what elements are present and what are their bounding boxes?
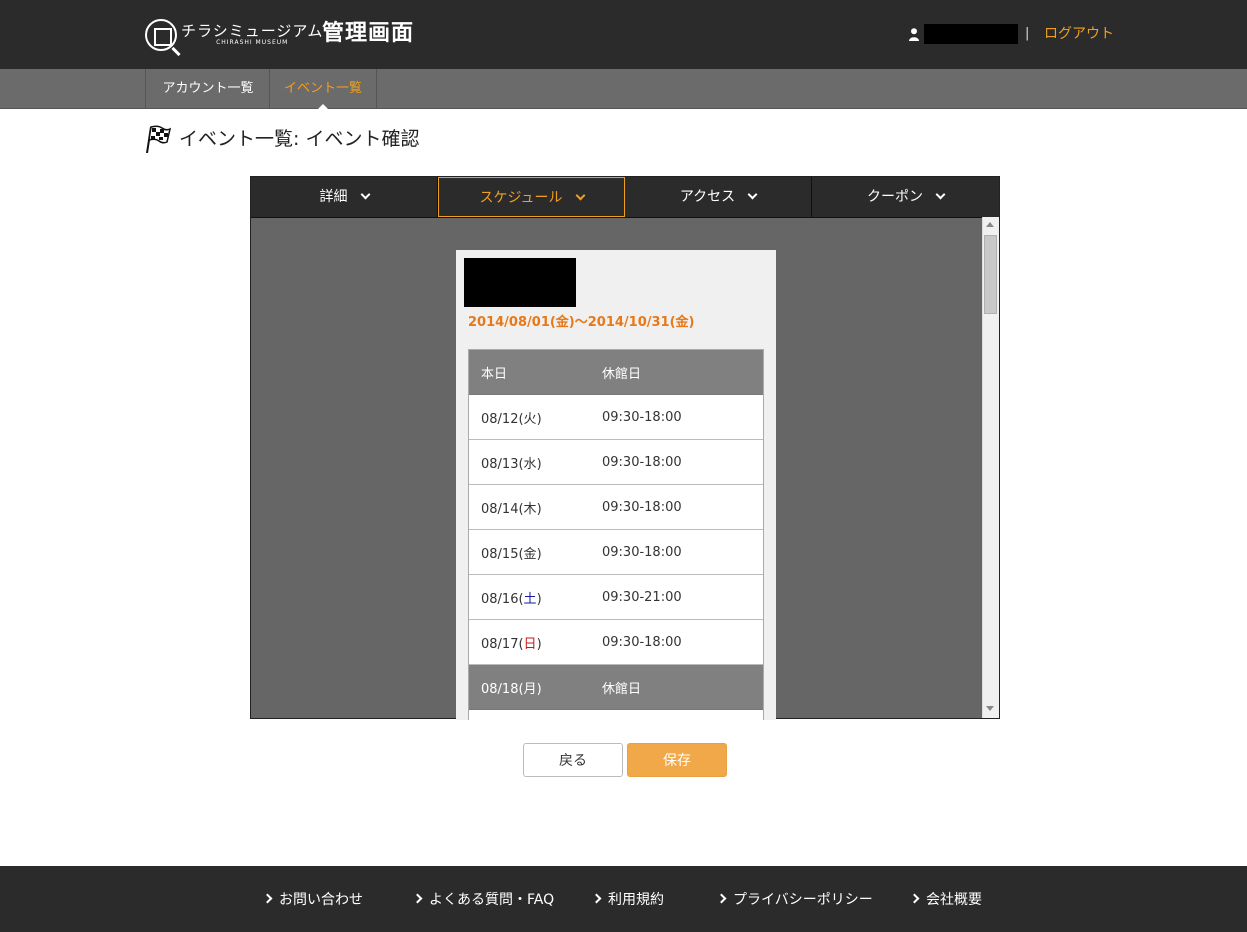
admin-title: 管理画面 [322, 21, 415, 46]
chevron-down-icon [747, 189, 758, 200]
schedule-date-cell: 08/15(金) [481, 546, 542, 562]
back-button[interactable]: 戻る [523, 743, 623, 777]
nav-tab-accounts[interactable]: アカウント一覧 [145, 69, 270, 109]
footer-link-company[interactable]: 会社概要 [909, 890, 982, 910]
scroll-up-arrow-icon[interactable] [986, 222, 994, 227]
table-row [469, 710, 763, 720]
schedule-hours-cell: 休館日 [602, 366, 642, 382]
preview-tab-schedule[interactable]: スケジュール [438, 177, 625, 217]
table-row: 08/16(土) 09:30-21:00 [469, 575, 763, 620]
schedule-date-cell: 08/18(月) [481, 681, 542, 697]
schedule-hours-cell: 09:30-21:00 [602, 589, 682, 605]
save-button[interactable]: 保存 [627, 743, 727, 777]
table-row: 08/17(日) 09:30-18:00 [469, 620, 763, 665]
footer-link-faq[interactable]: よくある質問・FAQ [412, 890, 554, 910]
nav-tab-label: イベント一覧 [283, 81, 362, 96]
footer-link-privacy[interactable]: プライバシーポリシー [716, 890, 873, 910]
checkered-flag-icon [146, 125, 171, 153]
app-footer: お問い合わせ よくある質問・FAQ 利用規約 プライバシーポリシー 会社概要 [0, 866, 1247, 932]
schedule-hours-cell: 09:30-18:00 [602, 409, 682, 425]
table-row: 08/15(金) 09:30-18:00 [469, 530, 763, 575]
table-row: 08/12(火) 09:30-18:00 [469, 395, 763, 440]
chevron-down-icon [575, 190, 585, 201]
event-date-range: 2014/08/01(金)〜2014/10/31(金) [468, 315, 695, 330]
main-nav: アカウント一覧 イベント一覧 [0, 69, 1247, 110]
preview-tab-label: アクセス [679, 189, 736, 205]
mobile-preview: 2014/08/01(金)〜2014/10/31(金) 本日 休館日 08/12… [456, 250, 776, 720]
table-row: 08/13(水) 09:30-18:00 [469, 440, 763, 485]
chevron-right-icon [716, 893, 727, 904]
active-tab-caret-icon [317, 104, 329, 110]
logout-link[interactable]: ログアウト [1044, 24, 1114, 44]
schedule-hours-cell: 09:30-18:00 [602, 544, 682, 560]
schedule-hours-cell: 09:30-18:00 [602, 634, 682, 650]
chevron-right-icon [909, 893, 920, 904]
schedule-hours-cell: 09:30-18:00 [602, 454, 682, 470]
schedule-date-cell: 08/17(日) [481, 636, 542, 652]
nav-tab-events[interactable]: イベント一覧 [269, 69, 377, 110]
preview-tab-label: 詳細 [319, 189, 348, 205]
logo-en-text: CHIRASHI MUSEUM [216, 39, 289, 46]
scrollbar-thumb[interactable] [984, 235, 997, 314]
footer-link-terms[interactable]: 利用規約 [591, 890, 664, 910]
schedule-date-cell: 08/16(土) [481, 591, 542, 607]
page-root: チラシミュージアム CHIRASHI MUSEUM 管理画面 | ログアウト ア… [0, 0, 1247, 932]
logo-text: チラシミュージアム CHIRASHI MUSEUM [181, 23, 323, 47]
footer-link-contact[interactable]: お問い合わせ [262, 890, 363, 910]
schedule-header-row: 本日 休館日 [469, 350, 763, 395]
chevron-down-icon [360, 189, 370, 200]
chevron-down-icon [935, 189, 946, 200]
preview-tab-coupon[interactable]: クーポン [812, 177, 999, 217]
chevron-right-icon [262, 893, 273, 904]
header-separator: | [1025, 26, 1030, 41]
preview-tab-label: クーポン [867, 189, 923, 205]
logo-jp-text: チラシミュージアム [181, 22, 324, 40]
event-image-redacted [464, 258, 576, 307]
table-row: 08/18(月) 休館日 [469, 665, 763, 710]
preview-tabbar: 詳細 スケジュール アクセス クーポン [251, 177, 999, 218]
app-header: チラシミュージアム CHIRASHI MUSEUM 管理画面 | ログアウト [0, 0, 1247, 69]
nav-tab-label: アカウント一覧 [162, 81, 254, 96]
chevron-right-icon [412, 893, 423, 904]
chevron-right-icon [591, 893, 602, 904]
schedule-date-cell: 本日 [481, 366, 508, 382]
schedule-date-cell: 08/12(火) [481, 411, 542, 427]
schedule-table: 本日 休館日 08/12(火) 09:30-18:00 08/13(水) 09:… [468, 349, 764, 720]
schedule-date-cell: 08/13(水) [481, 456, 542, 472]
preview-tab-access[interactable]: アクセス [625, 177, 812, 217]
page-title-text: イベント一覧: イベント確認 [179, 128, 420, 150]
user-icon [909, 28, 919, 41]
site-logo[interactable]: チラシミュージアム CHIRASHI MUSEUM [145, 19, 323, 51]
scroll-down-arrow-icon[interactable] [986, 706, 994, 711]
user-name-redacted [924, 24, 1018, 44]
page-title: イベント一覧: イベント確認 [145, 124, 419, 154]
schedule-hours-cell: 09:30-18:00 [602, 499, 682, 515]
table-row: 08/14(木) 09:30-18:00 [469, 485, 763, 530]
logo-magnifier-icon [145, 19, 177, 51]
preview-tab-label: スケジュール [479, 190, 563, 206]
schedule-date-cell: 08/14(木) [481, 501, 542, 517]
schedule-hours-cell: 休館日 [602, 681, 642, 697]
preview-tab-details[interactable]: 詳細 [251, 177, 438, 217]
